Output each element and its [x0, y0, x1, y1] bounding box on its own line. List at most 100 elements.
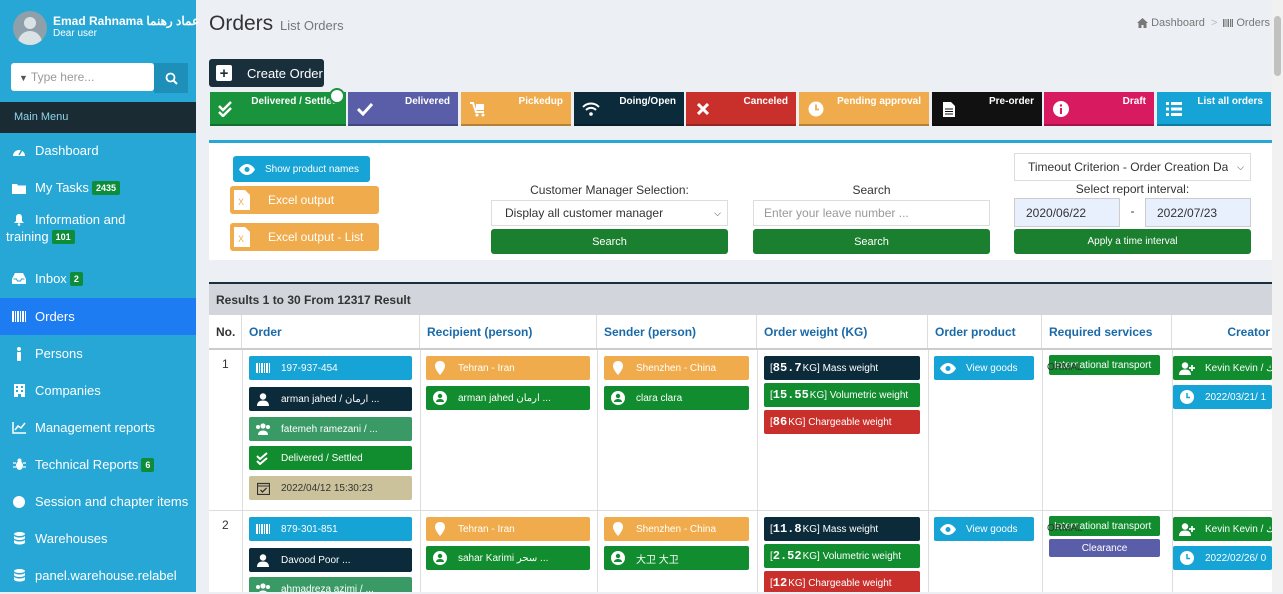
- sidebar-item-orders[interactable]: Orders: [0, 298, 196, 335]
- sidebar-item-inbox[interactable]: Inbox 2: [0, 260, 196, 297]
- create-order-button[interactable]: + Create Order: [209, 59, 324, 87]
- leave-number-search-button[interactable]: Search: [753, 229, 990, 254]
- svg-text:X: X: [238, 197, 244, 207]
- column-header-weight[interactable]: Order weight (KG): [757, 315, 928, 348]
- circle-icon: [12, 495, 26, 509]
- recipient-name-chip[interactable]: sahar Karimi سحر ...: [426, 546, 590, 570]
- customer-manager-select[interactable]: Display all customer manager ⌵: [491, 200, 728, 226]
- sidebar-item-warehouses[interactable]: Warehouses: [0, 520, 196, 557]
- column-header-order[interactable]: Order: [242, 315, 420, 348]
- order-code-chip[interactable]: 197-937-454: [249, 356, 412, 380]
- view-goods-button[interactable]: View goods: [934, 356, 1034, 380]
- sidebar-item-label: Technical Reports: [35, 457, 139, 472]
- sidebar-item-session-chapter[interactable]: Session and chapter items: [0, 483, 196, 520]
- sender-name: 大卫 大卫: [636, 554, 679, 566]
- status-tab-label: Delivered: [404, 96, 450, 107]
- row-number: 2: [222, 518, 229, 532]
- status-tab-pre-order[interactable]: Pre-order: [932, 92, 1042, 126]
- customer-chip[interactable]: Davood Poor ...: [249, 548, 412, 572]
- sender-location-chip: Shenzhen - China: [604, 356, 749, 380]
- status-tab-doing-open[interactable]: Doing/Open: [574, 92, 684, 126]
- status-tab-draft[interactable]: Draft: [1044, 92, 1154, 126]
- sidebar-item-information[interactable]: Information and training 101: [0, 212, 196, 256]
- sidebar-item-persons[interactable]: Persons: [0, 335, 196, 372]
- row-number: 1: [222, 357, 229, 371]
- sidebar-item-warehouse-relabel[interactable]: panel.warehouse.relabel: [0, 557, 196, 594]
- view-goods-button[interactable]: View goods: [934, 517, 1034, 541]
- status-tab-label: Pre-order: [988, 96, 1034, 107]
- show-product-names-button[interactable]: Show product names: [233, 156, 370, 182]
- double-check-icon: [210, 92, 244, 126]
- scrollbar-thumb[interactable]: [1274, 16, 1281, 76]
- barcode-icon: [1223, 19, 1234, 27]
- date-to-input[interactable]: 2022/07/23: [1145, 198, 1251, 227]
- column-header-services[interactable]: Required services: [1042, 315, 1172, 348]
- volumetric-weight-value: 15.55: [772, 388, 809, 402]
- status-tab-canceled[interactable]: Canceled: [686, 92, 796, 126]
- page-scrollbar[interactable]: [1272, 0, 1283, 592]
- status-tab-delivered[interactable]: Delivered: [348, 92, 458, 126]
- sender-name: clara clara: [636, 392, 683, 404]
- eye-icon: [940, 362, 956, 374]
- list-icon: [1157, 92, 1191, 126]
- creator-chip[interactable]: Kevin Kevin / ك: [1173, 356, 1272, 380]
- sidebar-item-companies[interactable]: Companies: [0, 372, 196, 409]
- status-tab-pending-approval[interactable]: Pending approval: [799, 92, 929, 126]
- column-header-product[interactable]: Order product: [928, 315, 1042, 348]
- tab-underline: [210, 124, 346, 126]
- apply-interval-button[interactable]: Apply a time interval: [1014, 229, 1251, 254]
- sidebar-item-my-tasks[interactable]: My Tasks 2435: [0, 169, 196, 206]
- column-divider: [242, 350, 243, 592]
- sender-name-chip[interactable]: clara clara: [604, 386, 749, 410]
- page-subtitle: List Orders: [280, 18, 344, 33]
- sidebar-item-dashboard[interactable]: Dashboard: [0, 132, 196, 169]
- creator-chip[interactable]: Kevin Kevin / ك: [1173, 517, 1272, 541]
- tab-underline: [1044, 124, 1154, 126]
- customer-manager-search-button[interactable]: Search: [491, 229, 728, 254]
- group-name: ahmadreza azimi / ...: [281, 583, 374, 593]
- status-tab-pickedup[interactable]: Pickedup: [461, 92, 571, 126]
- volumetric-weight-label: KG] Volumetric weight: [802, 550, 901, 562]
- breadcrumb-home[interactable]: Dashboard: [1151, 17, 1205, 29]
- recipient-name: arman jahed ارمان ...: [458, 392, 551, 404]
- sidebar-item-label: My Tasks: [35, 180, 89, 195]
- column-divider: [420, 350, 421, 592]
- column-header-creator[interactable]: Creator: [1172, 315, 1272, 348]
- recipient-name-chip[interactable]: arman jahed ارمان ...: [426, 386, 590, 410]
- technical-count-badge: 6: [141, 457, 155, 472]
- customer-chip[interactable]: arman jahed / ارمان ...: [249, 387, 412, 411]
- mass-weight-chip: [85.7 KG] Mass weight: [764, 356, 920, 380]
- sidebar-item-technical-reports[interactable]: Technical Reports 6: [0, 446, 196, 483]
- user-plus-icon: [1179, 361, 1195, 375]
- leave-number-input[interactable]: Enter your leave number ...: [753, 200, 990, 226]
- sender-name-chip[interactable]: 大卫 大卫: [604, 546, 749, 570]
- group-chip[interactable]: fatemeh ramezani / ...: [249, 417, 412, 441]
- chart-icon: [12, 421, 26, 435]
- status-tab-list-all[interactable]: List all orders: [1157, 92, 1271, 126]
- user-plus-icon: [1179, 522, 1195, 536]
- users-icon: [255, 583, 271, 592]
- status-tab-delivered-settled[interactable]: Delivered / Settled: [210, 92, 346, 126]
- excel-output-button[interactable]: X Excel output: [230, 186, 379, 214]
- order-date: 2022/04/12 15:30:23: [281, 482, 373, 494]
- clearance-chip: Clearance: [1049, 539, 1160, 557]
- sidebar-item-management-reports[interactable]: Management reports: [0, 409, 196, 446]
- volumetric-weight-chip: [2.52 KG] Volumetric weight: [764, 544, 920, 568]
- calendar-check-icon: [255, 482, 271, 495]
- clock-icon: [799, 92, 833, 126]
- group-chip[interactable]: ahmadreza azimi / ...: [249, 577, 412, 592]
- order-code-chip[interactable]: 879-301-851: [249, 517, 412, 541]
- column-header-recipient[interactable]: Recipient (person): [420, 315, 597, 348]
- eye-icon: [940, 523, 956, 535]
- sidebar-search-input[interactable]: ▼ Type here...: [11, 63, 154, 91]
- excel-output-list-button[interactable]: X Excel output - List: [230, 223, 379, 251]
- creator-name: Kevin Kevin / ك: [1205, 362, 1272, 374]
- create-order-label: Create Order: [247, 65, 323, 81]
- sidebar-item-label: Companies: [35, 383, 101, 398]
- excel-output-label: Excel output: [268, 193, 335, 207]
- chargeable-weight-value: 12: [772, 576, 788, 590]
- timeout-criterion-select[interactable]: Timeout Criterion - Order Creation Da ⌵: [1014, 153, 1251, 181]
- sidebar-search-button[interactable]: [154, 63, 188, 93]
- column-header-sender[interactable]: Sender (person): [597, 315, 757, 348]
- date-from-input[interactable]: 2020/06/22: [1014, 198, 1120, 227]
